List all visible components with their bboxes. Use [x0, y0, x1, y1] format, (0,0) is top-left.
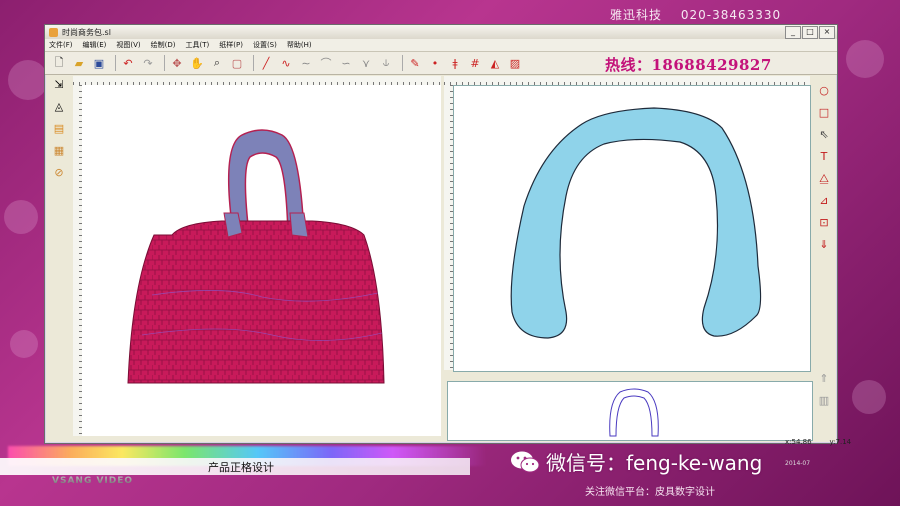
maximize-button[interactable]: □	[802, 26, 818, 39]
background-flourish	[8, 60, 48, 100]
minimize-button[interactable]: _	[785, 26, 801, 39]
point-icon[interactable]: •	[427, 55, 443, 71]
background-flourish	[846, 40, 884, 78]
new-file-icon[interactable]: 🗋	[51, 55, 67, 71]
top-brand: 雅迅科技 020-38463330	[610, 6, 781, 23]
cursor-icon[interactable]: ⇖	[816, 127, 832, 143]
menu-edit[interactable]: 编辑(E)	[83, 40, 107, 50]
background-flourish	[10, 330, 38, 358]
mirror-icon[interactable]: ⫝	[378, 55, 394, 71]
menu-help[interactable]: 帮助(H)	[287, 40, 312, 50]
layer-icon[interactable]: ▤	[51, 121, 67, 137]
redo-icon[interactable]: ↷	[140, 55, 156, 71]
coord-x: x:54.86	[785, 438, 812, 446]
menu-pattern[interactable]: 纸样(P)	[219, 40, 243, 50]
menu-file[interactable]: 文件(F)	[49, 40, 73, 50]
up-arrow-icon[interactable]: ⇑	[816, 371, 832, 387]
color-icon[interactable]: ▦	[51, 143, 67, 159]
menu-draw[interactable]: 绘制(D)	[151, 40, 176, 50]
bag-illustration	[127, 129, 385, 384]
pin-icon[interactable]: ǂ	[447, 55, 463, 71]
grid-icon[interactable]: #	[467, 55, 483, 71]
save-icon[interactable]: ▣	[91, 55, 107, 71]
background-flourish	[4, 200, 38, 234]
toolbar-divider	[253, 55, 254, 71]
close-button[interactable]: ×	[819, 26, 835, 39]
zoom-icon[interactable]: ⌕	[209, 55, 225, 71]
menu-settings[interactable]: 设置(S)	[253, 40, 277, 50]
coord-y: y:7.14	[829, 438, 852, 446]
circle-icon[interactable]: ○	[816, 83, 832, 99]
handle-pattern	[510, 107, 762, 339]
spline-icon[interactable]: ∽	[338, 55, 354, 71]
render-canvas[interactable]	[82, 85, 441, 436]
wechat-icon	[510, 450, 540, 474]
grade-icon[interactable]: ◬	[51, 99, 67, 115]
hotline-text: 热线：18688429827	[605, 56, 772, 74]
toolbar-divider	[164, 55, 165, 71]
menu-view[interactable]: 视图(V)	[116, 40, 140, 50]
window-title: 时尚商务包.sl	[62, 27, 111, 37]
line-icon[interactable]: ╱	[258, 55, 274, 71]
follow-text: 关注微信平台：皮具数字设计	[585, 487, 715, 498]
grade-icon[interactable]: ⧋	[816, 171, 832, 187]
arc-icon[interactable]: ⌒	[318, 55, 334, 71]
triangle-icon[interactable]: ◭	[487, 55, 503, 71]
wechat-id: 微信号：feng-ke-wang	[546, 451, 763, 475]
handle-preview	[609, 388, 659, 437]
video-caption: 产品正格设计	[208, 461, 274, 474]
window-controls: _ □ ×	[785, 26, 835, 39]
dimension-icon[interactable]: ⊿	[816, 193, 832, 209]
wave-icon[interactable]: ∼	[298, 55, 314, 71]
menu-tools[interactable]: 工具(T)	[186, 40, 210, 50]
pen-icon[interactable]: ✎	[407, 55, 423, 71]
toolbar-divider	[115, 55, 116, 71]
preview-panel[interactable]	[447, 381, 813, 441]
open-folder-icon[interactable]: ▰	[71, 55, 87, 71]
app-icon	[49, 27, 58, 37]
rectangle-icon[interactable]: □	[816, 105, 832, 121]
pattern-canvas[interactable]	[453, 85, 811, 372]
brand-phone: 020-38463330	[680, 8, 782, 22]
import-icon[interactable]: ⇓	[816, 237, 832, 253]
app-window: 时尚商务包.sl _ □ × 文件(F) 编辑(E) 视图(V) 绘制(D) 工…	[44, 24, 851, 446]
text-icon[interactable]: T	[816, 149, 832, 165]
pan-icon[interactable]: ✥	[169, 55, 185, 71]
overlay-date: 2014-07	[785, 460, 811, 467]
status-bar: x:54.86 y:7.14	[785, 438, 851, 446]
toolbar-divider	[402, 55, 403, 71]
left-toolbar: ⇲ ◬ ▤ ▦ ⊘	[47, 77, 71, 181]
measure-icon[interactable]: ⊘	[51, 165, 67, 181]
fit-icon[interactable]: ▢	[229, 55, 245, 71]
video-brand: VSANG VIDEO	[52, 476, 134, 486]
toolbar: 🗋 ▰ ▣ ↶ ↷ ✥ ✋ ⌕ ▢ ╱ ∿ ∼ ⌒ ∽ ⋎ ⫝ ✎ • ǂ # …	[45, 52, 837, 75]
hatch-icon[interactable]: ▨	[507, 55, 523, 71]
wechat-watermark: 微信号：feng-ke-wang	[510, 447, 762, 476]
background-flourish	[852, 380, 886, 414]
undo-icon[interactable]: ↶	[120, 55, 136, 71]
select-icon[interactable]: ⇲	[51, 77, 67, 93]
right-toolbar: ○ □ ⇖ T ⧋ ⊿ ⊡ ⇓ ⇑ ▥	[814, 83, 834, 409]
grid-icon[interactable]: ▥	[816, 393, 832, 409]
curve-icon[interactable]: ∿	[278, 55, 294, 71]
node-icon[interactable]: ⋎	[358, 55, 374, 71]
menu-bar: 文件(F) 编辑(E) 视图(V) 绘制(D) 工具(T) 纸样(P) 设置(S…	[45, 39, 837, 52]
frame-icon[interactable]: ⊡	[816, 215, 832, 231]
title-bar: 时尚商务包.sl _ □ ×	[45, 25, 837, 39]
hand-icon[interactable]: ✋	[189, 55, 205, 71]
brand-name: 雅迅科技	[610, 8, 663, 22]
